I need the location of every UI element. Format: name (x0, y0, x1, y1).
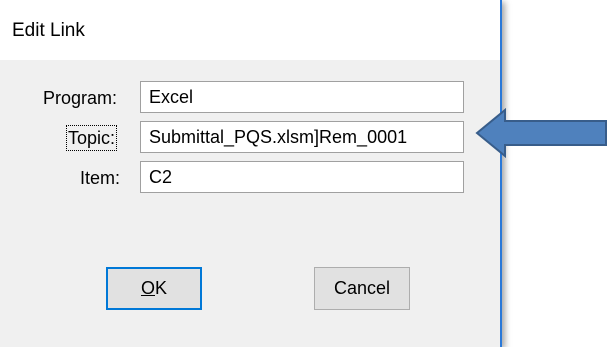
ok-button-label: OK (140, 278, 168, 298)
item-field[interactable] (140, 161, 464, 193)
cancel-button-label: Cancel (333, 278, 391, 298)
topic-label: Topic: (65, 125, 118, 151)
cancel-button[interactable]: Cancel (314, 267, 410, 310)
program-label: Program: (43, 88, 118, 108)
edit-link-dialog: Edit Link Program: Topic: Item: OK Cance… (0, 0, 502, 347)
topic-field[interactable] (140, 121, 464, 153)
item-label: Item: (80, 168, 121, 188)
left-arrow-icon (475, 108, 607, 158)
ok-button[interactable]: OK (106, 267, 202, 310)
title-bar: Edit Link (0, 0, 500, 60)
dialog-title: Edit Link (12, 20, 85, 41)
arrow-shape (475, 108, 607, 158)
program-field[interactable] (140, 81, 464, 113)
screenshot-stage: Edit Link Program: Topic: Item: OK Cance… (0, 0, 608, 347)
